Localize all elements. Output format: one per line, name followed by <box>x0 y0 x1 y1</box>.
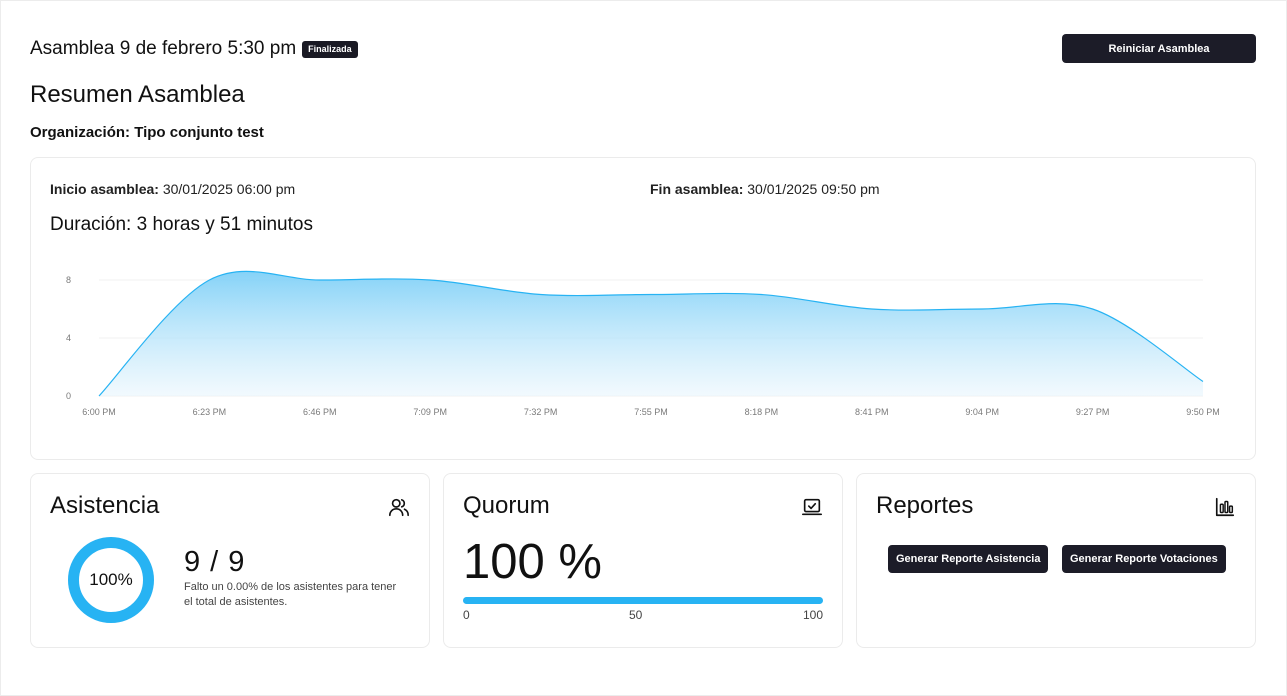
chart-x-tick: 8:41 PM <box>855 407 889 417</box>
quorum-tick-0: 0 <box>463 608 470 622</box>
assembly-duration: Duración: 3 horas y 51 minutos <box>50 214 313 235</box>
attendance-area <box>99 271 1203 396</box>
start-label: Inicio asamblea: <box>50 181 159 197</box>
assembly-start: Inicio asamblea: 30/01/2025 06:00 pm <box>50 181 295 197</box>
quorum-tick-50: 50 <box>629 608 643 622</box>
attendance-count: 9 / 9 <box>184 546 246 578</box>
page-title: Resumen Asamblea <box>30 81 245 108</box>
attendance-chart: 0 4 8 6:00 PM 6:23 PM 6:46 PM 7:09 PM 7:32 PM 7:… <box>66 270 1220 417</box>
chart-x-tick: 7:09 PM <box>413 407 447 417</box>
bar-chart-icon <box>1215 497 1235 517</box>
quorum-title: Quorum <box>463 492 550 519</box>
start-value: 30/01/2025 06:00 pm <box>162 181 296 197</box>
status-badge: Finalizada <box>302 40 358 58</box>
attendance-note: Falto un 0.00% de los asistentes para te… <box>184 581 397 608</box>
end-value: 30/01/2025 09:50 pm <box>747 181 880 197</box>
chart-y-tick: 0 <box>66 391 71 401</box>
chart-x-tick: 7:55 PM <box>634 407 668 417</box>
chart-x-tick: 8:18 PM <box>745 407 779 417</box>
quorum-value: 100 % <box>463 535 602 589</box>
quorum-tick-100: 100 <box>803 608 824 622</box>
attendance-card: Asistencia 100% 9 / 9 Falto un 0.00% de … <box>30 473 430 648</box>
chart-x-tick: 6:23 PM <box>193 407 227 417</box>
organization-name: Tipo conjunto test <box>134 124 264 141</box>
attendance-report-button[interactable]: Generar Reporte Asistencia <box>888 545 1049 573</box>
chart-x-tick: 9:27 PM <box>1076 407 1110 417</box>
end-label: Fin asamblea: <box>650 181 744 197</box>
users-icon <box>389 498 409 517</box>
page: Asamblea 9 de febrero 5:30 pm Finalizada… <box>0 0 1287 696</box>
chart-x-tick: 9:04 PM <box>965 407 999 417</box>
attendance-title: Asistencia <box>50 492 160 519</box>
reports-title: Reportes <box>876 492 974 519</box>
quorum-check-icon <box>802 498 822 516</box>
chart-x-tick: 6:46 PM <box>303 407 337 417</box>
chart-y-tick: 8 <box>66 275 71 285</box>
votes-report-button[interactable]: Generar Reporte Votaciones <box>1062 545 1226 573</box>
reports-card: Reportes Generar Reporte Asistencia Gene… <box>856 473 1256 648</box>
organization-label: Organización: <box>30 124 131 141</box>
chart-x-tick: 6:00 PM <box>82 407 116 417</box>
chart-x-tick: 7:32 PM <box>524 407 558 417</box>
chart-x-tick: 9:50 PM <box>1186 407 1220 417</box>
restart-assembly-button[interactable]: Reiniciar Asamblea <box>1062 34 1256 63</box>
assembly-name: Asamblea 9 de febrero 5:30 pm <box>30 38 297 59</box>
timeline-card: 0 4 8 6:00 PM 6:23 PM 6:46 PM 7:09 PM 7:32 PM 7:… <box>30 157 1256 460</box>
quorum-progress-fill <box>463 597 823 604</box>
quorum-card: Quorum 100 % 0 50 100 <box>443 473 843 648</box>
organization-line: Organización: Tipo conjunto test <box>30 124 264 141</box>
quorum-progress-bar <box>463 597 823 604</box>
assembly-end: Fin asamblea: 30/01/2025 09:50 pm <box>650 181 880 197</box>
chart-y-tick: 4 <box>66 333 71 343</box>
assembly-title: Asamblea 9 de febrero 5:30 pm Finalizada <box>30 38 358 60</box>
header: Asamblea 9 de febrero 5:30 pm Finalizada… <box>30 34 1256 64</box>
attendance-percent: 100% <box>89 570 133 589</box>
